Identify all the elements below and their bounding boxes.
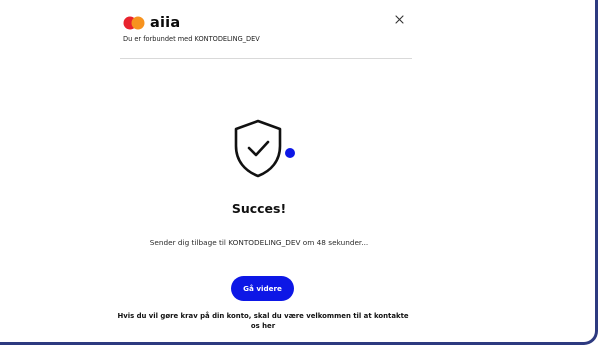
logo-circles-icon xyxy=(123,16,145,30)
dialog-header: aiia Du er forbundet med KONTODELING_DEV xyxy=(120,8,412,59)
close-icon xyxy=(394,14,404,24)
aiia-logo: aiia xyxy=(123,14,180,32)
shield-check-icon xyxy=(227,116,299,184)
claim-account-text[interactable]: Hvis du vil gøre krav på din konto, skal… xyxy=(112,311,414,331)
continue-button[interactable]: Gå videre xyxy=(231,276,294,301)
connected-status: Du er forbundet med KONTODELING_DEV xyxy=(123,35,260,43)
page-title: Succes! xyxy=(231,201,287,216)
redirect-message: Sender dig tilbage til KONTODELING_DEV o… xyxy=(149,238,369,247)
brand-name: aiia xyxy=(150,15,181,31)
consent-dialog: aiia Du er forbundet med KONTODELING_DEV… xyxy=(0,0,598,345)
close-button[interactable] xyxy=(392,12,406,26)
